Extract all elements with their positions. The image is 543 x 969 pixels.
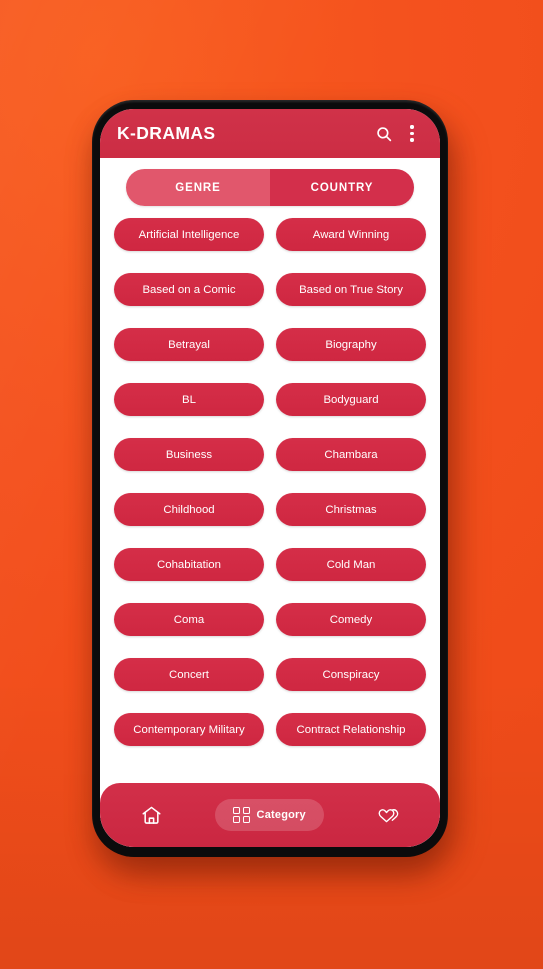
phone-screen: K-DRAMAS GENRE COUNTRY Artificial Intell…: [100, 109, 440, 847]
tab-genre[interactable]: GENRE: [126, 169, 270, 206]
genre-chip[interactable]: Biography: [276, 328, 426, 361]
tab-country[interactable]: COUNTRY: [270, 169, 414, 206]
overflow-menu-button[interactable]: [398, 120, 426, 148]
genre-chip[interactable]: Cold Man: [276, 548, 426, 581]
search-icon: [375, 125, 393, 143]
phone-device-frame: K-DRAMAS GENRE COUNTRY Artificial Intell…: [92, 100, 448, 857]
genre-chip[interactable]: Based on True Story: [276, 273, 426, 306]
overflow-menu-icon: [403, 123, 421, 145]
double-heart-icon: [376, 804, 400, 826]
genre-chip[interactable]: Contract Relationship: [276, 713, 426, 746]
category-scroll-view[interactable]: GENRE COUNTRY Artificial Intelligence Awa…: [100, 158, 440, 847]
genre-chip[interactable]: Comedy: [276, 603, 426, 636]
genre-chip-grid: Artificial Intelligence Award Winning Base…: [114, 218, 426, 746]
genre-chip[interactable]: Conspiracy: [276, 658, 426, 691]
genre-chip[interactable]: Artificial Intelligence: [114, 218, 264, 251]
tab-genre-label: GENRE: [175, 181, 221, 194]
genre-chip[interactable]: Chambara: [276, 438, 426, 471]
app-bar: K-DRAMAS: [100, 109, 440, 158]
nav-item-home[interactable]: [140, 804, 163, 827]
search-button[interactable]: [370, 120, 398, 148]
genre-chip[interactable]: Christmas: [276, 493, 426, 526]
home-icon: [140, 804, 163, 827]
genre-chip[interactable]: Business: [114, 438, 264, 471]
nav-item-category-label: Category: [256, 808, 306, 821]
genre-chip[interactable]: Concert: [114, 658, 264, 691]
genre-chip[interactable]: Cohabitation: [114, 548, 264, 581]
genre-chip[interactable]: Betrayal: [114, 328, 264, 361]
tab-country-label: COUNTRY: [310, 181, 374, 194]
genre-chip[interactable]: Childhood: [114, 493, 264, 526]
nav-item-favorites[interactable]: [376, 804, 400, 826]
genre-chip[interactable]: Contemporary Military: [114, 713, 264, 746]
genre-chip[interactable]: BL: [114, 383, 264, 416]
app-title: K-DRAMAS: [117, 123, 216, 143]
genre-chip[interactable]: Coma: [114, 603, 264, 636]
genre-chip[interactable]: Bodyguard: [276, 383, 426, 416]
bottom-navigation-bar: Category: [100, 783, 440, 847]
nav-item-category[interactable]: Category: [215, 798, 324, 832]
genre-country-toggle[interactable]: GENRE COUNTRY: [126, 169, 414, 206]
genre-chip[interactable]: Based on a Comic: [114, 273, 264, 306]
genre-chip[interactable]: Award Winning: [276, 218, 426, 251]
grid-icon: [233, 806, 250, 824]
category-list-area: GENRE COUNTRY Artificial Intelligence Awa…: [100, 158, 440, 847]
